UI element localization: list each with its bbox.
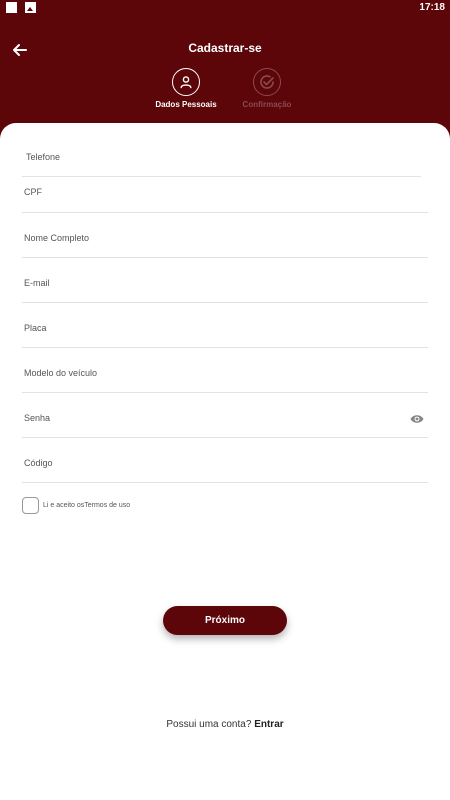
email-label: E-mail [24, 278, 50, 288]
eye-icon[interactable] [410, 414, 424, 424]
step-1-circle [172, 68, 200, 96]
step-2-label: Confirmação [242, 100, 292, 109]
codigo-field[interactable]: Código [22, 438, 428, 483]
cpf-label: CPF [24, 187, 42, 197]
login-link[interactable]: Entrar [254, 719, 283, 730]
page-title: Cadastrar-se [188, 41, 262, 55]
nome-completo-label: Nome Completo [24, 233, 90, 243]
email-field[interactable]: E-mail [22, 258, 428, 303]
header: Cadastrar-se Dados Pessoais Confirmação [0, 0, 450, 140]
placa-label: Placa [24, 323, 47, 333]
login-prompt-text: Possui uma conta? [166, 719, 252, 730]
step-1-label: Dados Pessoais [155, 100, 217, 109]
login-prompt: Possui uma conta? Entrar [0, 719, 450, 730]
codigo-label: Código [24, 458, 53, 468]
step-dados-pessoais: Dados Pessoais [141, 68, 231, 109]
senha-label: Senha [24, 413, 51, 423]
check-circle-icon [260, 75, 274, 89]
telefone-field[interactable]: Telefone [22, 144, 421, 177]
senha-field[interactable]: Senha [22, 393, 428, 438]
step-confirmacao: Confirmação [222, 68, 312, 109]
person-icon [180, 76, 192, 89]
terms-text[interactable]: Li e aceito osTermos de uso [43, 502, 130, 509]
step-2-circle [253, 68, 281, 96]
cpf-field[interactable]: CPF [22, 177, 428, 213]
form-card: Telefone CPF Nome Completo E-mail Placa … [0, 123, 450, 800]
next-button[interactable]: Próximo [163, 606, 287, 635]
modelo-veiculo-field[interactable]: Modelo do veículo [22, 348, 428, 393]
placa-field[interactable]: Placa [22, 303, 428, 348]
modelo-veiculo-label: Modelo do veículo [24, 368, 98, 378]
nome-completo-field[interactable]: Nome Completo [22, 213, 428, 258]
terms-row: Li e aceito osTermos de uso [22, 497, 130, 514]
terms-checkbox[interactable] [22, 497, 39, 514]
telefone-label: Telefone [26, 152, 61, 162]
